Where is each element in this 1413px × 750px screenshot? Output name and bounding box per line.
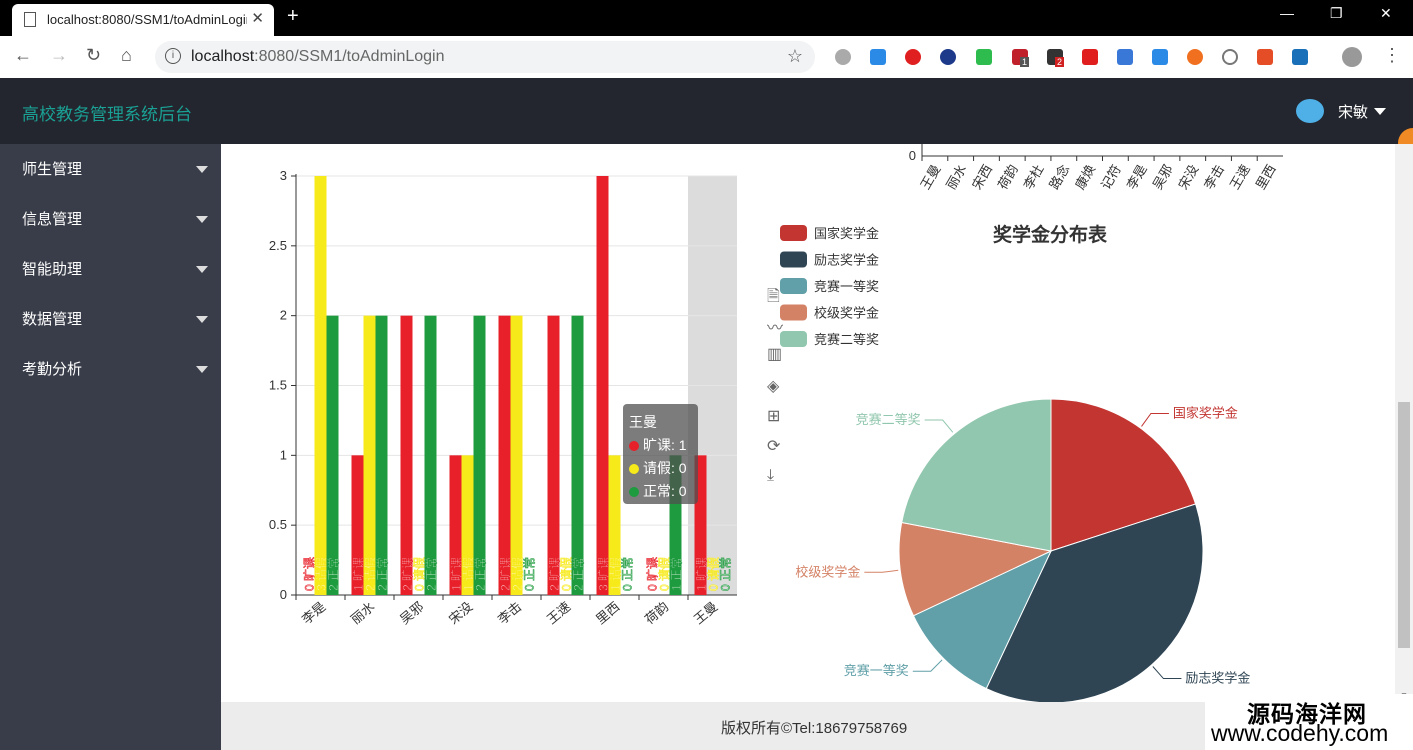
ext-red-icon[interactable]: 1: [1012, 49, 1030, 67]
ext-teal-icon[interactable]: [1292, 49, 1308, 65]
browser-tab-strip: localhost:8080/SSM1/toAdminLogin ✕ + — ❐…: [0, 0, 1413, 36]
sidebar-item-label: 考勤分析: [22, 361, 83, 378]
url-text[interactable]: localhost:8080/SSM1/toAdminLogin: [191, 48, 445, 66]
sidebar-item-label: 数据管理: [22, 311, 83, 328]
tab-title: localhost:8080/SSM1/toAdminLogin: [47, 12, 247, 27]
tab-close-icon[interactable]: ✕: [251, 9, 264, 27]
download-icon[interactable]: [870, 49, 886, 65]
main-content: [221, 144, 1395, 702]
sidebar-item-attendance[interactable]: 考勤分析: [0, 344, 221, 394]
sidebar-item-label: 师生管理: [22, 161, 83, 178]
bookmark-star-icon[interactable]: ☆: [787, 46, 803, 67]
browser-toolbar: ← → ↻ ⌂ i localhost:8080/SSM1/toAdminLog…: [0, 36, 1413, 79]
sidebar: 师生管理 信息管理 智能助理 数据管理 考勤分析: [0, 144, 221, 750]
chevron-down-icon[interactable]: [1374, 108, 1386, 115]
close-window-button[interactable]: ✕: [1380, 5, 1392, 22]
watermark-url: www.codehy.com: [1211, 720, 1389, 746]
user-name[interactable]: 宋敏: [1338, 101, 1368, 122]
tooltip-row: 请假: 0: [629, 458, 687, 478]
browser-tab[interactable]: localhost:8080/SSM1/toAdminLogin ✕: [12, 4, 274, 36]
save-image-icon[interactable]: ⤓: [767, 467, 774, 485]
tooltip-row: 正常: 0: [629, 481, 687, 501]
tooltip-row: 旷课: 1: [629, 435, 687, 455]
chevron-down-icon: [196, 216, 208, 223]
info-icon[interactable]: i: [165, 48, 181, 64]
restore-button[interactable]: ❐: [1330, 5, 1343, 22]
tooltip-row-label: 请假: 0: [643, 460, 687, 476]
infinity-icon[interactable]: [1222, 49, 1238, 65]
stack-icon[interactable]: ◈: [767, 376, 779, 396]
watermark: 源码海洋网 www.codehy.com: [1205, 694, 1413, 750]
youtube-icon[interactable]: [1082, 49, 1098, 65]
sidebar-item-assistant[interactable]: 智能助理: [0, 244, 221, 294]
weibo-icon[interactable]: [835, 49, 851, 65]
vivaldi-icon[interactable]: [940, 49, 956, 65]
home-button[interactable]: ⌂: [121, 45, 132, 66]
tiled-icon[interactable]: ⊞: [767, 406, 780, 426]
copyright-text: 版权所有©Tel:18679758769: [721, 720, 908, 737]
legend-dot: [629, 464, 639, 474]
bar-icon[interactable]: ▥: [767, 344, 782, 364]
address-bar[interactable]: i localhost:8080/SSM1/toAdminLogin ☆: [155, 41, 815, 73]
brand-title[interactable]: 高校教务管理系统后台: [22, 100, 192, 125]
sidebar-item-label: 信息管理: [22, 211, 83, 228]
edit-icon[interactable]: [1152, 49, 1168, 65]
scrollbar-thumb[interactable]: [1398, 402, 1410, 648]
sidebar-item-data[interactable]: 数据管理: [0, 294, 221, 344]
legend-dot: [629, 487, 639, 497]
reload-button[interactable]: ↻: [86, 45, 101, 66]
chevron-down-icon: [196, 366, 208, 373]
page-scrollbar[interactable]: ▼: [1395, 144, 1413, 702]
shield-icon[interactable]: [976, 49, 992, 65]
restore-icon[interactable]: ⟳: [767, 436, 780, 456]
avatar[interactable]: [1296, 99, 1324, 123]
browser-menu-icon[interactable]: ⋮: [1383, 45, 1401, 66]
ext-blue-icon[interactable]: [1117, 49, 1133, 65]
new-tab-button[interactable]: +: [287, 5, 299, 28]
ext-orange-icon[interactable]: [1187, 49, 1203, 65]
account-icon[interactable]: [1342, 47, 1362, 67]
app-header: 高校教务管理系统后台 宋敏: [0, 78, 1413, 144]
tooltip-row-label: 旷课: 1: [643, 437, 687, 453]
ext-badge: 2: [1055, 57, 1065, 67]
forward-button[interactable]: →: [50, 45, 68, 66]
ext-badge: 1: [1020, 57, 1030, 67]
html5-icon[interactable]: [1257, 49, 1273, 65]
opera-icon[interactable]: [905, 49, 921, 65]
url-path: :8080/SSM1/toAdminLogin: [254, 48, 445, 65]
chart-tooltip: 王曼 旷课: 1 请假: 0 正常: 0: [623, 404, 698, 504]
page-icon: [24, 12, 36, 27]
tooltip-title: 王曼: [629, 414, 657, 430]
back-button[interactable]: ←: [14, 45, 32, 66]
sidebar-item-info[interactable]: 信息管理: [0, 194, 221, 244]
url-host: localhost: [191, 48, 255, 65]
tooltip-row-label: 正常: 0: [643, 483, 687, 499]
data-view-icon[interactable]: 🗎: [767, 285, 780, 312]
chevron-down-icon: [196, 316, 208, 323]
sidebar-item-label: 智能助理: [22, 261, 83, 278]
sidebar-item-teacher-student[interactable]: 师生管理: [0, 144, 221, 194]
chevron-down-icon: [196, 166, 208, 173]
chevron-down-icon: [196, 266, 208, 273]
minimize-button[interactable]: —: [1280, 5, 1294, 21]
line-icon[interactable]: 〰: [767, 314, 783, 338]
legend-dot: [629, 441, 639, 451]
ext-dark-icon[interactable]: 2: [1047, 49, 1065, 67]
